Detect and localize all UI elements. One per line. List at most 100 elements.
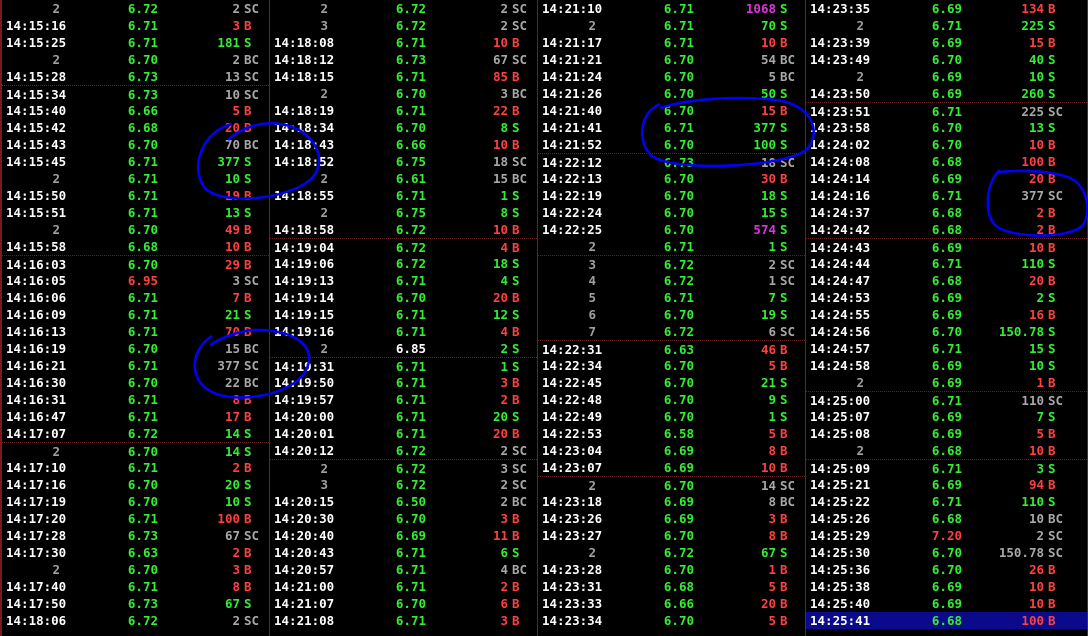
- trade-row[interactable]: 14:16:21 6.71 377 SC: [2, 357, 269, 374]
- trade-row[interactable]: 14:15:42 6.68 20 B: [2, 119, 269, 136]
- trade-row[interactable]: 14:25:41 6.68 100 B: [806, 612, 1087, 629]
- trade-row[interactable]: 14:15:40 6.66 5 B: [2, 102, 269, 119]
- trade-row[interactable]: 14:25:36 6.70 26 B: [806, 561, 1087, 578]
- trade-row[interactable]: 2 6.72 2 SC: [2, 0, 269, 17]
- trade-row[interactable]: 14:15:25 6.71 181 S: [2, 34, 269, 51]
- trade-row[interactable]: 14:23:50 6.69 260 S: [806, 85, 1087, 102]
- trade-row[interactable]: 14:23:04 6.69 8 B: [538, 442, 805, 459]
- trade-row[interactable]: 14:21:41 6.71 377 S: [538, 119, 805, 136]
- trade-row[interactable]: 14:19:50 6.71 3 B: [270, 374, 537, 391]
- trade-row[interactable]: 14:25:00 6.71 110 SC: [806, 391, 1087, 408]
- trade-row[interactable]: 14:25:40 6.69 10 B: [806, 595, 1087, 612]
- trade-row[interactable]: 2 6.70 49 B: [2, 221, 269, 238]
- trade-row[interactable]: 14:23:49 6.70 40 S: [806, 51, 1087, 68]
- trade-row[interactable]: 2 6.71 1 S: [538, 238, 805, 255]
- trade-row[interactable]: 14:22:45 6.70 21 S: [538, 374, 805, 391]
- trade-row[interactable]: 2 6.70 3 B: [2, 561, 269, 578]
- trade-row[interactable]: 14:23:58 6.70 13 S: [806, 119, 1087, 136]
- trade-row[interactable]: 2 6.72 67 S: [538, 544, 805, 561]
- trade-row[interactable]: 14:15:58 6.68 10 B: [2, 238, 269, 255]
- trade-row[interactable]: 14:25:08 6.69 5 B: [806, 425, 1087, 442]
- trade-row[interactable]: 2 6.70 14 S: [2, 442, 269, 459]
- trade-row[interactable]: 14:25:38 6.69 10 B: [806, 578, 1087, 595]
- trade-row[interactable]: 14:23:31 6.68 5 B: [538, 578, 805, 595]
- trade-row[interactable]: 14:18:19 6.71 22 B: [270, 102, 537, 119]
- trade-row[interactable]: 14:16:47 6.71 17 B: [2, 408, 269, 425]
- trade-row[interactable]: 14:24:37 6.68 2 B: [806, 204, 1087, 221]
- trade-row[interactable]: 14:17:20 6.71 100 B: [2, 510, 269, 527]
- trade-row[interactable]: 14:25:09 6.71 3 S: [806, 459, 1087, 476]
- trade-row[interactable]: 14:17:19 6.70 10 S: [2, 493, 269, 510]
- trade-row[interactable]: 14:25:22 6.71 110 S: [806, 493, 1087, 510]
- trade-row[interactable]: 14:25:30 6.70 150.78 SC: [806, 544, 1087, 561]
- trade-row[interactable]: 3 6.72 2 SC: [270, 476, 537, 493]
- trade-row[interactable]: 2 6.75 8 S: [270, 204, 537, 221]
- trade-row[interactable]: 14:19:57 6.71 2 B: [270, 391, 537, 408]
- trade-row[interactable]: 14:22:34 6.70 5 B: [538, 357, 805, 374]
- trade-row[interactable]: 14:21:07 6.70 6 B: [270, 595, 537, 612]
- trade-row[interactable]: 14:15:45 6.71 377 S: [2, 153, 269, 170]
- trade-row[interactable]: 14:18:58 6.72 10 B: [270, 221, 537, 238]
- trade-row[interactable]: 14:21:24 6.70 5 BC: [538, 68, 805, 85]
- trade-row[interactable]: 14:23:18 6.69 8 BC: [538, 493, 805, 510]
- trade-row[interactable]: 14:23:27 6.70 8 B: [538, 527, 805, 544]
- trade-row[interactable]: 14:23:51 6.71 225 SC: [806, 102, 1087, 119]
- trade-row[interactable]: 5 6.71 7 S: [538, 289, 805, 306]
- trade-row[interactable]: 14:21:52 6.70 100 S: [538, 136, 805, 153]
- trade-row[interactable]: 14:22:48 6.70 9 S: [538, 391, 805, 408]
- trade-row[interactable]: 14:16:19 6.70 15 BC: [2, 340, 269, 357]
- trade-row[interactable]: 2 6.70 2 BC: [2, 51, 269, 68]
- trade-row[interactable]: 14:18:43 6.66 10 B: [270, 136, 537, 153]
- trade-row[interactable]: 2 6.85 2 S: [270, 340, 537, 357]
- trade-row[interactable]: 14:23:39 6.69 15 B: [806, 34, 1087, 51]
- trade-row[interactable]: 14:24:08 6.68 100 B: [806, 153, 1087, 170]
- trade-row[interactable]: 14:17:40 6.71 8 B: [2, 578, 269, 595]
- trade-row[interactable]: 14:21:21 6.70 54 BC: [538, 51, 805, 68]
- trade-row[interactable]: 14:22:49 6.70 1 S: [538, 408, 805, 425]
- trade-row[interactable]: 14:22:53 6.58 5 B: [538, 425, 805, 442]
- trade-row[interactable]: 14:24:02 6.70 10 B: [806, 136, 1087, 153]
- trade-row[interactable]: 14:24:44 6.71 110 S: [806, 255, 1087, 272]
- trade-row[interactable]: 14:19:13 6.71 4 S: [270, 272, 537, 289]
- trade-row[interactable]: 14:23:07 6.69 10 B: [538, 459, 805, 476]
- trade-row[interactable]: 14:24:55 6.69 16 B: [806, 306, 1087, 323]
- trade-row[interactable]: 14:20:15 6.50 2 BC: [270, 493, 537, 510]
- trade-row[interactable]: 14:22:19 6.70 18 S: [538, 187, 805, 204]
- trade-row[interactable]: 3 6.72 2 SC: [538, 255, 805, 272]
- trade-row[interactable]: 14:20:43 6.71 6 S: [270, 544, 537, 561]
- trade-row[interactable]: 14:20:30 6.70 3 B: [270, 510, 537, 527]
- trade-row[interactable]: 14:19:04 6.72 4 B: [270, 238, 537, 255]
- trade-row[interactable]: 14:24:56 6.70 150.78 S: [806, 323, 1087, 340]
- trade-row[interactable]: 2 6.72 2 SC: [270, 0, 537, 17]
- trade-column-3[interactable]: 14:21:10 6.71 1068 S 2 6.71 70 S 14:21:17 6.71 10 B…: [538, 0, 806, 636]
- trade-row[interactable]: 14:24:57 6.71 15 S: [806, 340, 1087, 357]
- trade-row[interactable]: 14:17:30 6.63 2 B: [2, 544, 269, 561]
- trade-row[interactable]: 2 6.68 10 B: [806, 442, 1087, 459]
- trade-row[interactable]: 14:16:30 6.70 22 BC: [2, 374, 269, 391]
- trade-row[interactable]: 14:22:13 6.70 30 B: [538, 170, 805, 187]
- trade-row[interactable]: 14:16:09 6.71 21 S: [2, 306, 269, 323]
- trade-row[interactable]: 14:21:08 6.71 3 B: [270, 612, 537, 629]
- trade-row[interactable]: 14:23:26 6.69 3 B: [538, 510, 805, 527]
- trade-row[interactable]: 14:21:26 6.70 50 S: [538, 85, 805, 102]
- trade-row[interactable]: 2 6.70 3 BC: [270, 85, 537, 102]
- trade-row[interactable]: 14:23:35 6.69 134 B: [806, 0, 1087, 17]
- trade-row[interactable]: 14:19:15 6.71 12 S: [270, 306, 537, 323]
- trade-row[interactable]: 14:18:55 6.71 1 S: [270, 187, 537, 204]
- trade-row[interactable]: 14:24:58 6.69 10 S: [806, 357, 1087, 374]
- trade-row[interactable]: 14:17:28 6.73 67 SC: [2, 527, 269, 544]
- trade-row[interactable]: 14:24:14 6.69 20 B: [806, 170, 1087, 187]
- trade-row[interactable]: 14:24:47 6.68 20 B: [806, 272, 1087, 289]
- trade-row[interactable]: 14:15:34 6.73 10 SC: [2, 85, 269, 102]
- trade-row[interactable]: 14:20:00 6.71 20 S: [270, 408, 537, 425]
- trade-row[interactable]: 14:24:53 6.69 2 S: [806, 289, 1087, 306]
- trade-row[interactable]: 14:18:52 6.75 18 SC: [270, 153, 537, 170]
- trade-row[interactable]: 14:15:51 6.71 13 S: [2, 204, 269, 221]
- trade-row[interactable]: 14:22:25 6.70 574 S: [538, 221, 805, 238]
- trade-row[interactable]: 14:16:31 6.71 8 B: [2, 391, 269, 408]
- trade-row[interactable]: 14:23:33 6.66 20 B: [538, 595, 805, 612]
- trade-column-1[interactable]: 2 6.72 2 SC 14:15:16 6.71 3 B 14:15:25 6.71 181 S 2 6…: [2, 0, 270, 636]
- trade-row[interactable]: 14:16:13 6.71 70 B: [2, 323, 269, 340]
- trade-row[interactable]: 14:18:08 6.71 10 B: [270, 34, 537, 51]
- trade-row[interactable]: 6 6.70 19 S: [538, 306, 805, 323]
